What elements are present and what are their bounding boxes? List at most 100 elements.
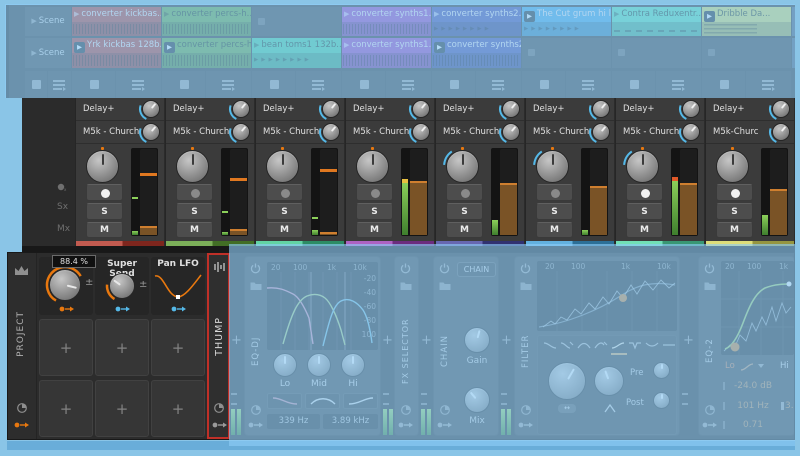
filter-type-icon[interactable] bbox=[611, 340, 625, 351]
clip-1-4[interactable]: ▶converter synths2... bbox=[432, 38, 521, 68]
clock-icon[interactable] bbox=[440, 405, 450, 415]
clip-stop-button[interactable] bbox=[72, 71, 116, 98]
clip-1-2[interactable]: ▶bean toms1 132b...▶▶▶▶▶▶▶▶ bbox=[252, 38, 341, 68]
device-slot[interactable]: M5k-Churc bbox=[706, 121, 794, 144]
solo-button[interactable]: S bbox=[86, 203, 123, 220]
fader-slot[interactable] bbox=[410, 149, 427, 235]
device-filter-label[interactable]: FILTER bbox=[521, 303, 531, 399]
eq-2-hi-freq-field[interactable]: 3.6 bbox=[785, 401, 795, 411]
clip-0-7[interactable]: ▶Dribble Da... bbox=[702, 7, 791, 36]
device-slot[interactable]: Delay+ bbox=[166, 98, 254, 121]
mod-route-icon[interactable] bbox=[398, 421, 414, 429]
scene-list-icon[interactable] bbox=[402, 80, 415, 90]
volume-knob[interactable] bbox=[446, 150, 479, 183]
record-arm-button[interactable] bbox=[536, 184, 573, 201]
add-modulator-cell[interactable]: + bbox=[39, 319, 93, 376]
pan-lfo-curve[interactable] bbox=[154, 271, 202, 301]
clip-play-icon[interactable]: ▶ bbox=[164, 42, 175, 53]
modulator-cell[interactable]: Super Send± bbox=[95, 257, 149, 315]
fader-slot[interactable] bbox=[590, 149, 607, 235]
device-slot[interactable]: Delay+ bbox=[706, 98, 794, 121]
device-slot[interactable]: M5k - Church bbox=[166, 121, 254, 144]
clip-play-icon[interactable]: ▶ bbox=[434, 42, 445, 53]
solo-button[interactable]: S bbox=[536, 203, 573, 220]
track-device-rail[interactable]: THUMP bbox=[207, 253, 230, 439]
clip-play-icon[interactable]: ▶ bbox=[704, 11, 715, 22]
device-slot[interactable]: M5k - Church bbox=[346, 121, 434, 144]
volume-knob[interactable] bbox=[356, 150, 389, 183]
fader-slot[interactable] bbox=[140, 149, 157, 235]
clip-play-icon[interactable]: ▶ bbox=[434, 7, 439, 22]
clip-1-3[interactable]: ▶converter synths1... bbox=[342, 38, 431, 68]
add-modulator-cell[interactable]: + bbox=[151, 319, 205, 376]
solo-button[interactable]: S bbox=[266, 203, 303, 220]
clip-1-1[interactable]: ▶converter percs-h... bbox=[162, 38, 251, 68]
stop-icon[interactable] bbox=[270, 80, 279, 89]
scene-list-icon[interactable] bbox=[762, 80, 775, 90]
mod-route-icon[interactable] bbox=[248, 421, 264, 429]
volume-knob[interactable] bbox=[626, 150, 659, 183]
filter-type-icon[interactable] bbox=[645, 340, 659, 351]
eq-dj-band-knob[interactable] bbox=[307, 353, 331, 377]
trim-control[interactable]: ± bbox=[85, 277, 93, 288]
device-knob[interactable] bbox=[232, 123, 250, 141]
eq-dj-freq-field[interactable]: 3.89 kHz bbox=[323, 414, 378, 429]
clip-stop-button[interactable] bbox=[432, 71, 476, 98]
scene-list-icon[interactable] bbox=[53, 80, 66, 90]
device-knob[interactable] bbox=[322, 100, 340, 118]
device-slot[interactable]: Delay+ bbox=[526, 98, 614, 121]
filter-pre-knob[interactable] bbox=[653, 362, 670, 379]
stop-icon[interactable] bbox=[630, 80, 639, 89]
clip-play-icon[interactable]: ▶ bbox=[254, 38, 259, 53]
power-icon[interactable] bbox=[439, 263, 450, 274]
dropdown-caret-icon[interactable] bbox=[758, 364, 764, 368]
clip-0-6[interactable]: ▶Contra Reduxentr... bbox=[612, 7, 701, 36]
highpass-shelf-icon[interactable] bbox=[740, 362, 754, 371]
stop-icon[interactable] bbox=[528, 49, 535, 56]
stop-icon[interactable] bbox=[540, 80, 549, 89]
solo-button[interactable]: S bbox=[716, 203, 753, 220]
volume-knob[interactable] bbox=[86, 150, 119, 183]
scene-list-button[interactable] bbox=[656, 71, 701, 98]
record-arm-button[interactable] bbox=[266, 184, 303, 201]
scene-list-icon[interactable] bbox=[222, 80, 235, 90]
scene-list-icon[interactable] bbox=[132, 80, 145, 90]
solo-button[interactable]: S bbox=[356, 203, 393, 220]
eq-dj-band-knob[interactable] bbox=[341, 353, 365, 377]
clock-icon[interactable] bbox=[251, 405, 261, 415]
filter-post-knob[interactable] bbox=[653, 392, 670, 409]
scene-list-button[interactable] bbox=[746, 71, 791, 98]
rail-record-icon[interactable]: x bbox=[57, 182, 67, 192]
mute-button[interactable]: M bbox=[716, 222, 753, 238]
eq-2-q-field[interactable]: 0.71 bbox=[725, 420, 781, 430]
device-knob[interactable] bbox=[502, 123, 520, 141]
clip-stop-button[interactable] bbox=[702, 71, 746, 98]
clip-0-4[interactable]: ▶converter synths2...▶▶▶▶▶▶▶▶ bbox=[432, 7, 521, 36]
filter-display[interactable]: 201001k10k bbox=[537, 261, 677, 331]
mod-route-icon[interactable] bbox=[115, 305, 131, 313]
mod-route-icon[interactable] bbox=[212, 421, 228, 429]
scene-cell[interactable]: ▶Scene 12 bbox=[25, 7, 71, 36]
filter-shape-button[interactable] bbox=[267, 393, 302, 409]
channel-meter[interactable] bbox=[491, 148, 518, 236]
clip-stop-button[interactable] bbox=[252, 71, 296, 98]
filter-shape-button[interactable] bbox=[343, 393, 378, 409]
empty-clip-slot[interactable] bbox=[522, 38, 611, 68]
add-device-button[interactable]: + bbox=[421, 333, 432, 348]
power-icon[interactable] bbox=[400, 263, 411, 274]
clip-1-0[interactable]: ▶Yrk kickbas 128b... bbox=[72, 38, 161, 68]
channel-meter[interactable] bbox=[401, 148, 428, 236]
device-slot[interactable]: Delay+ bbox=[436, 98, 524, 121]
chain-mix-knob[interactable] bbox=[464, 387, 490, 413]
clip-play-icon[interactable]: ▶ bbox=[164, 7, 169, 22]
device-knob[interactable] bbox=[502, 100, 520, 118]
scene-list-button[interactable] bbox=[476, 71, 521, 98]
device-knob[interactable] bbox=[322, 123, 340, 141]
mute-button[interactable]: M bbox=[536, 222, 573, 238]
device-knob[interactable] bbox=[682, 100, 700, 118]
stop-icon[interactable] bbox=[708, 49, 715, 56]
record-arm-button[interactable] bbox=[626, 184, 663, 201]
chain-gain-knob[interactable] bbox=[464, 327, 490, 353]
clip-stop-button[interactable] bbox=[342, 71, 386, 98]
device-knob[interactable] bbox=[412, 100, 430, 118]
